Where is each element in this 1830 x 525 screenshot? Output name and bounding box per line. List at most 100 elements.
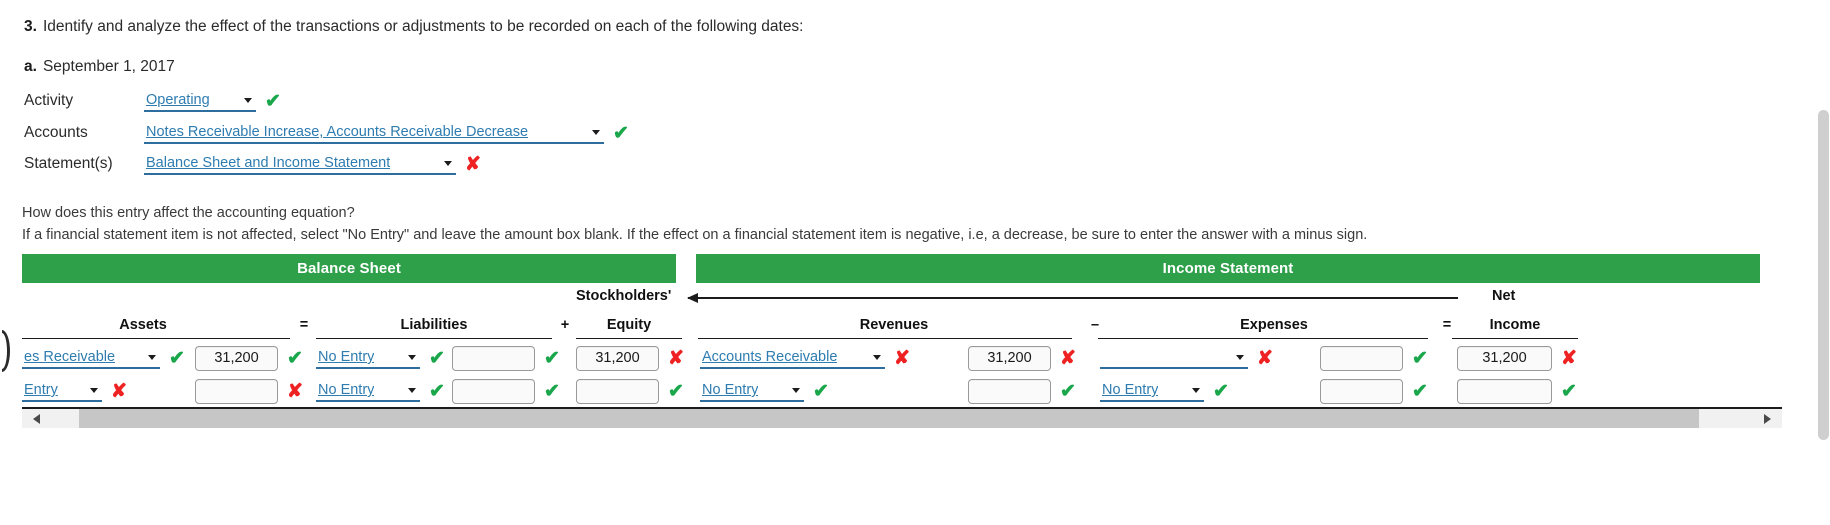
assets-account-cross-icon-r2: ✘: [111, 380, 127, 402]
horizontal-scrollbar[interactable]: [22, 409, 1782, 428]
assets-account-check-icon-r1: ✔: [169, 347, 185, 369]
assets-account-value-r1: es Receivable: [24, 349, 116, 365]
income-amount-cross-icon-r1: ✘: [1561, 347, 1577, 369]
vertical-scrollbar-thumb[interactable]: [1818, 110, 1829, 440]
income-amount-check-icon-r2: ✔: [1561, 380, 1577, 402]
income-amount-input-r2[interactable]: [1457, 378, 1552, 404]
revenues-account-value-r1: Accounts Receivable: [702, 349, 838, 365]
chevron-down-icon: [244, 98, 252, 103]
liabilities-account-select-r1[interactable]: No Entry: [316, 347, 420, 369]
expenses-account-check-icon-r2: ✔: [1213, 380, 1229, 402]
assets-amount-input-r2[interactable]: [195, 378, 278, 404]
chevron-down-icon: [408, 355, 416, 360]
cell-liabilities-amount-r2: ✔: [452, 376, 560, 406]
revenues-amount-input-r1[interactable]: [968, 345, 1051, 371]
statements-label: Statement(s): [24, 155, 113, 172]
question-number: 3.: [24, 18, 37, 35]
equity-amount-input-r1[interactable]: [576, 345, 659, 371]
expenses-account-value-r2: No Entry: [1102, 382, 1159, 398]
liabilities-amount-input-r1[interactable]: [452, 345, 535, 371]
cell-revenues-amount-r2: ✔: [968, 376, 1076, 406]
horizontal-scrollbar-track[interactable]: [51, 409, 1753, 428]
accounts-select-value: Notes Receivable Increase, Accounts Rece…: [146, 124, 529, 140]
rule-expenses: [1098, 338, 1428, 339]
expenses-account-select-r2[interactable]: No Entry: [1100, 380, 1204, 402]
cell-expenses-account-r1: ✘: [1100, 343, 1273, 373]
liabilities-amount-check-icon-r2: ✔: [544, 380, 560, 402]
vertical-scrollbar[interactable]: [1815, 0, 1830, 525]
cell-income-amount-r1: ✘: [1457, 343, 1577, 373]
caret-left-icon: [33, 413, 40, 424]
column-header-equity: Equity: [606, 317, 652, 333]
cell-revenues-account-r1: Accounts Receivable ✘: [700, 343, 910, 373]
liabilities-account-value-r1: No Entry: [318, 349, 375, 365]
field-row-activity: Activity Operating ✔: [24, 88, 281, 114]
liabilities-amount-check-icon-r1: ✔: [544, 347, 560, 369]
cell-revenues-account-r2: No Entry ✔: [700, 376, 829, 406]
question-line-3: 3. Identify and analyze the effect of the…: [24, 18, 804, 36]
cell-liabilities-amount-r1: ✔: [452, 343, 560, 373]
caret-right-icon: [1764, 413, 1771, 424]
cell-expenses-amount-r2: ✔: [1320, 376, 1428, 406]
rule-liabilities: [316, 338, 552, 339]
assets-account-select-r2[interactable]: Entry: [22, 380, 102, 402]
cell-equity-amount-r2: ✔: [576, 376, 684, 406]
revenues-account-select-r1[interactable]: Accounts Receivable: [700, 347, 885, 369]
operator-equals-2: =: [1442, 317, 1452, 333]
expenses-amount-input-r1[interactable]: [1320, 345, 1403, 371]
equity-amount-input-r2[interactable]: [576, 378, 659, 404]
revenues-account-cross-icon-r1: ✘: [894, 347, 910, 369]
expenses-amount-check-icon-r2: ✔: [1412, 380, 1428, 402]
assets-amount-cross-icon-r2: ✘: [287, 380, 303, 402]
question-sub-text: September 1, 2017: [42, 58, 175, 75]
accounts-select[interactable]: Notes Receivable Increase, Accounts Rece…: [144, 122, 604, 144]
liabilities-account-check-icon-r2: ✔: [429, 380, 445, 402]
cell-income-amount-r2: ✔: [1457, 376, 1577, 406]
cell-assets-account-r2: Entry ✘: [22, 376, 127, 406]
income-statement-header: Income Statement: [696, 254, 1760, 283]
cell-expenses-amount-r1: ✔: [1320, 343, 1428, 373]
revenues-account-select-r2[interactable]: No Entry: [700, 380, 804, 402]
horizontal-scrollbar-thumb[interactable]: [79, 409, 1699, 428]
question-text: Identify and analyze the effect of the t…: [42, 18, 804, 35]
chevron-down-icon: [873, 355, 881, 360]
revenues-account-check-icon-r2: ✔: [813, 380, 829, 402]
income-amount-input-r1[interactable]: [1457, 345, 1552, 371]
chevron-down-icon: [1192, 388, 1200, 393]
activity-select[interactable]: Operating: [144, 90, 256, 112]
assets-amount-check-icon-r1: ✔: [287, 347, 303, 369]
liabilities-amount-input-r2[interactable]: [452, 378, 535, 404]
cell-assets-account-r1: es Receivable ✔: [22, 343, 185, 373]
chevron-down-icon: [148, 355, 156, 360]
column-header-liabilities: Liabilities: [400, 317, 468, 333]
rule-assets: [22, 338, 290, 339]
equity-amount-check-icon-r2: ✔: [668, 380, 684, 402]
chevron-down-icon: [792, 388, 800, 393]
field-row-statements: Statement(s) Balance Sheet and Income St…: [24, 151, 481, 177]
chevron-down-icon: [1236, 355, 1244, 360]
chevron-down-icon: [592, 130, 600, 135]
expenses-amount-input-r2[interactable]: [1320, 378, 1403, 404]
column-header-expenses: Expenses: [1240, 317, 1308, 333]
question-line-a: a. September 1, 2017: [24, 58, 175, 76]
cell-expenses-account-r2: No Entry ✔: [1100, 376, 1229, 406]
equity-amount-cross-icon-r1: ✘: [668, 347, 684, 369]
cell-liabilities-account-r1: No Entry ✔: [316, 343, 445, 373]
expenses-account-cross-icon-r1: ✘: [1257, 347, 1273, 369]
chevron-down-icon: [90, 388, 98, 393]
accounts-label: Accounts: [24, 124, 88, 141]
statements-select[interactable]: Balance Sheet and Income Statement: [144, 153, 456, 175]
liabilities-account-select-r2[interactable]: No Entry: [316, 380, 420, 402]
liabilities-account-value-r2: No Entry: [318, 382, 375, 398]
assets-account-select-r1[interactable]: es Receivable: [22, 347, 160, 369]
instructions-line-1: How does this entry affect the accountin…: [22, 205, 355, 221]
scroll-right-button[interactable]: [1753, 409, 1782, 428]
liabilities-account-check-icon-r1: ✔: [429, 347, 445, 369]
cell-liabilities-account-r2: No Entry ✔: [316, 376, 445, 406]
stockholders-label: Stockholders': [576, 288, 672, 304]
scroll-left-button[interactable]: [22, 409, 51, 428]
assets-amount-input-r1[interactable]: [195, 345, 278, 371]
revenues-amount-input-r2[interactable]: [968, 378, 1051, 404]
expenses-account-select-r1[interactable]: [1100, 347, 1248, 369]
cell-assets-amount-r1: ✔: [195, 343, 303, 373]
